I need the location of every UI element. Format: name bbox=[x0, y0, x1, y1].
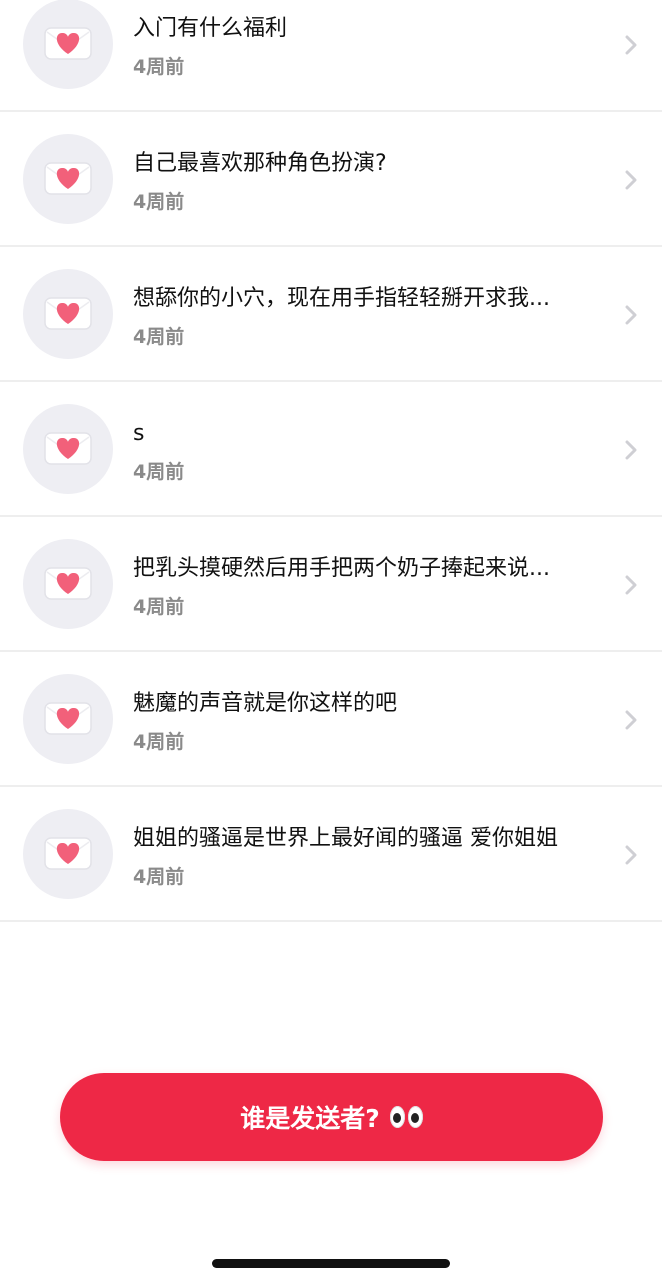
message-item[interactable]: 想舔你的小穴，现在用手指轻轻掰开求我... 4周前 bbox=[0, 247, 662, 382]
chevron-right-icon bbox=[622, 169, 640, 191]
chevron-right-icon bbox=[622, 709, 640, 731]
message-time: 4周前 bbox=[133, 731, 185, 753]
message-item[interactable]: 姐姐的骚逼是世界上最好闻的骚逼 爱你姐姐 4周前 bbox=[0, 787, 662, 922]
message-list: 入门有什么福利 4周前 自己最喜欢那种角色扮演? 4周前 想舔你的小穴，现在用手… bbox=[0, 0, 662, 922]
eye-right bbox=[407, 1106, 423, 1128]
message-text: 想舔你的小穴，现在用手指轻轻掰开求我... bbox=[133, 286, 550, 311]
chevron-right-icon bbox=[622, 844, 640, 866]
envelope-heart-icon bbox=[23, 269, 113, 359]
chevron-right-icon bbox=[622, 439, 640, 461]
envelope-heart-icon bbox=[23, 539, 113, 629]
envelope-heart-icon bbox=[23, 0, 113, 89]
envelope-heart-icon bbox=[23, 404, 113, 494]
message-time: 4周前 bbox=[133, 191, 185, 213]
eye-left bbox=[389, 1106, 405, 1128]
message-text: s bbox=[133, 421, 145, 446]
message-time: 4周前 bbox=[133, 596, 185, 618]
message-item[interactable]: s 4周前 bbox=[0, 382, 662, 517]
envelope-heart-icon bbox=[23, 674, 113, 764]
envelope-heart-icon bbox=[23, 809, 113, 899]
home-indicator[interactable] bbox=[212, 1259, 450, 1268]
message-item[interactable]: 自己最喜欢那种角色扮演? 4周前 bbox=[0, 112, 662, 247]
message-text: 入门有什么福利 bbox=[133, 16, 288, 41]
message-time: 4周前 bbox=[133, 866, 185, 888]
message-text: 姐姐的骚逼是世界上最好闻的骚逼 爱你姐姐 bbox=[133, 826, 558, 851]
message-item[interactable]: 入门有什么福利 4周前 bbox=[0, 0, 662, 112]
message-text: 自己最喜欢那种角色扮演? bbox=[133, 151, 387, 176]
message-item[interactable]: 魅魔的声音就是你这样的吧 4周前 bbox=[0, 652, 662, 787]
message-time: 4周前 bbox=[133, 56, 185, 78]
who-is-sender-button[interactable]: 谁是发送者? bbox=[60, 1073, 603, 1161]
envelope-heart-icon bbox=[23, 134, 113, 224]
message-text: 魅魔的声音就是你这样的吧 bbox=[133, 691, 398, 716]
message-item[interactable]: 把乳头摸硬然后用手把两个奶子捧起来说... 4周前 bbox=[0, 517, 662, 652]
chevron-right-icon bbox=[622, 34, 640, 56]
cta-label: 谁是发送者? bbox=[240, 1104, 380, 1133]
message-text: 把乳头摸硬然后用手把两个奶子捧起来说... bbox=[133, 556, 550, 581]
message-time: 4周前 bbox=[133, 461, 185, 483]
chevron-right-icon bbox=[622, 574, 640, 596]
eyes-icon bbox=[389, 1106, 423, 1128]
message-time: 4周前 bbox=[133, 326, 185, 348]
chevron-right-icon bbox=[622, 304, 640, 326]
messages-screen: 入门有什么福利 4周前 自己最喜欢那种角色扮演? 4周前 想舔你的小穴，现在用手… bbox=[0, 0, 662, 1280]
